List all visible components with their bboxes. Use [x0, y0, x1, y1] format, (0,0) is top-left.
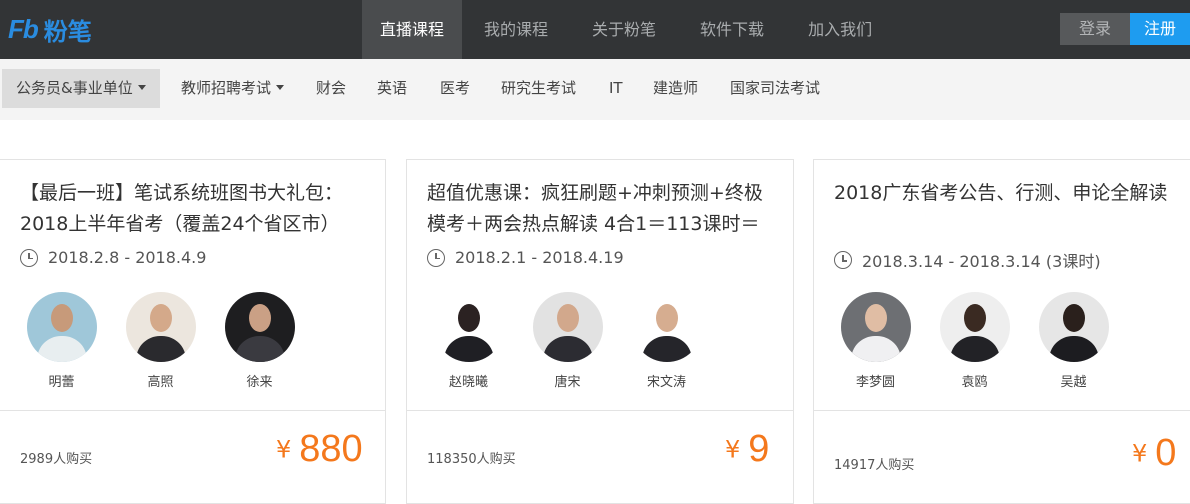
register-button[interactable]: 注册	[1130, 13, 1190, 45]
course-price: ¥0	[1132, 432, 1176, 475]
clock-icon	[20, 248, 38, 267]
course-card[interactable]: 【最后一班】笔试系统班图书大礼包：2018上半年省考（覆盖24个省区市） 201…	[0, 159, 386, 504]
category-label: 公务员&事业单位	[16, 79, 133, 97]
course-list: 【最后一班】笔试系统班图书大礼包：2018上半年省考（覆盖24个省区市） 201…	[0, 120, 1190, 504]
teacher[interactable]: 高照	[111, 292, 210, 390]
clock-icon	[834, 251, 852, 269]
course-price: ¥9	[725, 428, 769, 471]
category-english[interactable]: 英语	[377, 69, 407, 108]
course-title[interactable]: 超值优惠课：疯狂刷题+冲刺预测+终极模考＋两会热点解读 4合1＝113课时＝	[427, 178, 779, 240]
teacher-name: 吴越	[1060, 375, 1087, 390]
teacher-name: 徐来	[246, 375, 273, 390]
teacher-avatar	[26, 292, 97, 362]
category-medical[interactable]: 医考	[440, 69, 470, 108]
category-graduate[interactable]: 研究生考试	[501, 69, 576, 108]
caret-down-icon	[137, 85, 146, 90]
currency-symbol: ¥	[1132, 439, 1148, 468]
teacher-avatar	[939, 292, 1010, 362]
teacher-name: 唐宋	[554, 375, 581, 390]
main-nav: 直播课程 我的课程 关于粉笔 软件下载 加入我们	[362, 0, 894, 59]
fenbi-logo[interactable]: Fb 粉笔	[8, 13, 92, 46]
teacher-name: 高照	[147, 375, 174, 390]
category-teacher-recruitment[interactable]: 教师招聘考试	[181, 69, 285, 108]
nav-item-live-courses[interactable]: 直播课程	[362, 0, 463, 59]
teacher[interactable]: 吴越	[1024, 292, 1123, 390]
course-title[interactable]: 2018广东省考公告、行测、申论全解读	[834, 178, 1188, 240]
teacher-avatar	[840, 292, 911, 362]
teacher-list: 赵晓曦 唐宋 宋文涛	[419, 292, 716, 390]
category-judicial-exam[interactable]: 国家司法考试	[730, 69, 820, 108]
teacher[interactable]: 李梦圆	[826, 292, 925, 390]
teacher-avatar	[224, 292, 295, 362]
logo-text: 粉笔	[43, 17, 92, 46]
login-button[interactable]: 登录	[1060, 13, 1130, 45]
teacher[interactable]: 唐宋	[518, 292, 617, 390]
course-card[interactable]: 超值优惠课：疯狂刷题+冲刺预测+终极模考＋两会热点解读 4合1＝113课时＝ 2…	[406, 159, 794, 504]
teacher-name: 李梦圆	[855, 375, 895, 390]
caret-down-icon	[276, 85, 285, 90]
category-it[interactable]: IT	[609, 69, 623, 108]
teacher-avatar	[125, 292, 196, 362]
teacher-list: 李梦圆 袁鸥 吴越	[826, 292, 1123, 390]
nav-item-about[interactable]: 关于粉笔	[570, 0, 678, 59]
teacher-avatar	[532, 292, 603, 362]
course-card[interactable]: 2018广东省考公告、行测、申论全解读 2018.3.14 - 2018.3.1…	[813, 159, 1190, 504]
price-value: 9	[748, 428, 770, 470]
category-label: 教师招聘考试	[181, 79, 272, 97]
category-constructor[interactable]: 建造师	[653, 69, 698, 108]
course-date: 2018.2.1 - 2018.4.19	[427, 248, 624, 267]
nav-item-join-us[interactable]: 加入我们	[786, 0, 894, 59]
buyer-count: 14917人购买	[834, 458, 915, 473]
course-date-text: 2018.2.8 - 2018.4.9	[48, 248, 207, 267]
teacher[interactable]: 宋文涛	[617, 292, 716, 390]
teacher-list: 明蕾 高照 徐来	[12, 292, 309, 390]
logo-mark: Fb	[8, 13, 39, 44]
course-price: ¥880	[276, 428, 363, 471]
buyer-count: 2989人购买	[20, 452, 93, 467]
course-date-text: 2018.2.1 - 2018.4.19	[455, 248, 624, 267]
nav-item-download[interactable]: 软件下载	[678, 0, 786, 59]
card-divider	[814, 410, 1190, 411]
teacher[interactable]: 明蕾	[12, 292, 111, 390]
category-civil-servant[interactable]: 公务员&事业单位	[2, 69, 160, 108]
teacher-avatar	[433, 292, 504, 362]
category-accounting[interactable]: 财会	[316, 69, 346, 108]
top-nav-bar: Fb 粉笔 直播课程 我的课程 关于粉笔 软件下载 加入我们 登录 注册	[0, 0, 1190, 59]
course-title[interactable]: 【最后一班】笔试系统班图书大礼包：2018上半年省考（覆盖24个省区市）	[20, 178, 371, 240]
card-divider	[0, 410, 385, 411]
course-date: 2018.2.8 - 2018.4.9	[20, 248, 206, 267]
category-bar: 公务员&事业单位 教师招聘考试 财会 英语 医考 研究生考试 IT 建造师 国家…	[0, 59, 1190, 120]
teacher-name: 赵晓曦	[448, 375, 488, 390]
teacher-avatar	[1038, 292, 1109, 362]
course-date: 2018.3.14 - 2018.3.14 (3课时)	[834, 248, 1101, 272]
currency-symbol: ¥	[276, 435, 292, 464]
currency-symbol: ¥	[725, 435, 741, 464]
teacher[interactable]: 徐来	[210, 292, 309, 390]
price-value: 0	[1155, 432, 1177, 474]
teacher-name: 袁鸥	[961, 375, 988, 390]
teacher-name: 宋文涛	[646, 375, 686, 390]
teacher-name: 明蕾	[48, 375, 75, 390]
card-divider	[407, 410, 793, 411]
teacher[interactable]: 赵晓曦	[419, 292, 518, 390]
buyer-count: 118350人购买	[427, 452, 516, 467]
nav-item-my-courses[interactable]: 我的课程	[462, 0, 570, 59]
price-value: 880	[299, 428, 363, 470]
teacher-avatar	[631, 292, 702, 362]
course-date-text: 2018.3.14 - 2018.3.14 (3课时)	[862, 252, 1101, 271]
teacher[interactable]: 袁鸥	[925, 292, 1024, 390]
clock-icon	[427, 248, 445, 267]
